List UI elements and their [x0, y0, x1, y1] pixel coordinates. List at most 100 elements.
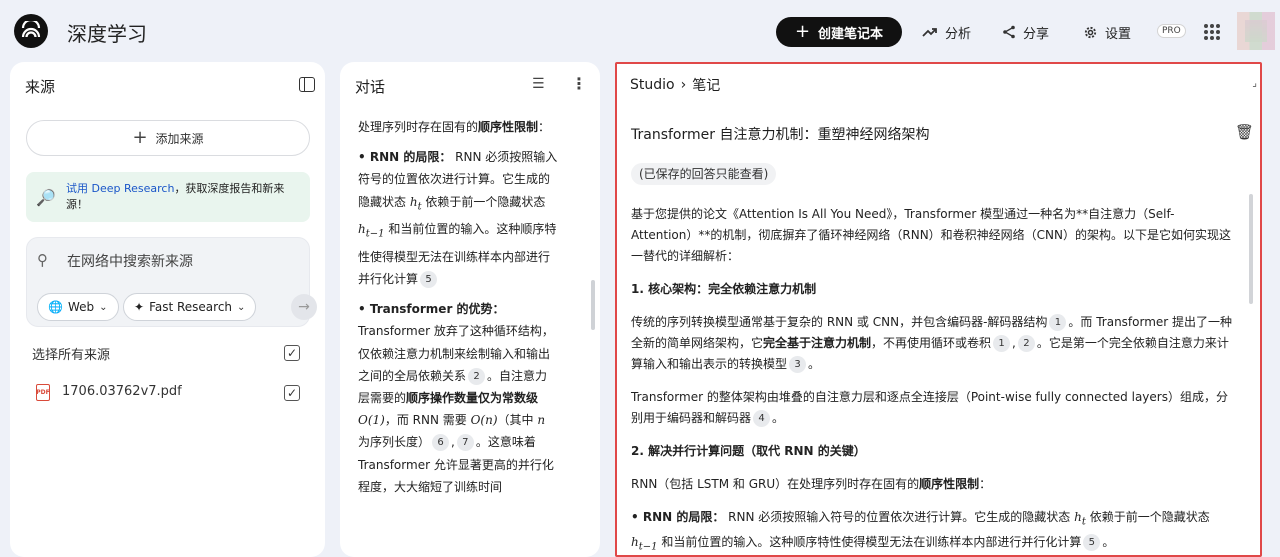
note-heading: 2. 解决并行计算问题（取代 RNN 的关键） — [631, 444, 866, 458]
source-type-dropdown[interactable]: 🌐 Web ⌄ — [37, 293, 119, 321]
app-logo-icon[interactable] — [14, 14, 48, 48]
trend-icon — [922, 28, 937, 37]
settings-label: 设置 — [1105, 26, 1132, 42]
note-bold: 完全基于注意力机制 — [763, 336, 872, 350]
sources-panel: 来源 + 添加来源 🔎 试用 Deep Research，获取深度报告和新来源！… — [10, 62, 325, 557]
citation-badge[interactable]: 5 — [1083, 534, 1101, 552]
research-mode-label: Fast Research — [149, 300, 233, 314]
citation-badge[interactable]: 1 — [993, 335, 1011, 352]
read-only-chip: (已保存的回答只能查看) — [631, 163, 777, 185]
citation-badge[interactable]: 7 — [456, 434, 474, 452]
analytics-label: 分析 — [945, 26, 972, 42]
chevron-down-icon: ⌄ — [99, 301, 108, 313]
share-icon — [1003, 25, 1015, 39]
deep-research-banner[interactable]: 🔎 试用 Deep Research，获取深度报告和新来源！ — [26, 172, 310, 222]
chat-paragraph: • RNN 的局限： RNN 必须按照输入符号的位置依次进行计算。它生成的隐藏状… — [358, 146, 558, 290]
note-paragraph: Transformer 的整体架构由堆叠的自注意力层和逐点全连接层（Point-… — [631, 387, 1235, 429]
collapse-panel-icon[interactable] — [299, 77, 315, 92]
collapse-corner-icon[interactable]: ⌟ — [1252, 78, 1257, 89]
trash-icon[interactable]: 🗑 — [1235, 123, 1254, 141]
studio-panel: Studio › 笔记 ⌟ Transformer 自注意力机制：重塑神经网络架… — [615, 62, 1262, 557]
chat-bold: • RNN 的局限： — [358, 150, 452, 165]
chat-text: （其中 — [497, 413, 538, 428]
math-sub: t−1 — [638, 541, 658, 553]
chat-scrollbar[interactable] — [591, 280, 595, 330]
math-expr: O(n) — [470, 413, 498, 428]
citation-badge[interactable]: 3 — [789, 356, 807, 373]
note-text: 。 — [772, 411, 785, 425]
search-input[interactable]: 在网络中搜索新来源 — [67, 251, 193, 271]
plus-icon: + — [132, 127, 148, 148]
magnifier-icon: 🔎 — [36, 188, 56, 207]
note-heading: 1. 核心架构：完全依赖注意力机制 — [631, 282, 817, 296]
citation-badge[interactable]: 6 — [432, 434, 450, 452]
note-text: ，不再使用循环或卷积 — [871, 336, 992, 350]
more-vert-icon[interactable]: ⋮ — [571, 74, 587, 93]
chat-message: 处理序列时存在固有的顺序性限制： • RNN 的局限： RNN 必须按照输入符号… — [358, 116, 558, 498]
sources-title: 来源 — [25, 78, 56, 96]
select-all-label: 选择所有来源 — [32, 348, 111, 363]
breadcrumb: Studio › 笔记 — [630, 75, 720, 95]
chat-paragraph: 处理序列时存在固有的顺序性限制： — [358, 116, 558, 138]
chat-text: 依赖于前一个隐藏状态 — [421, 194, 546, 209]
app-title[interactable]: 深度学习 — [67, 18, 147, 47]
plus-icon: + — [794, 21, 811, 42]
note-text: RNN 必须按照输入符号的位置依次进行计算。它生成的隐藏状态 — [724, 510, 1075, 524]
chat-text: ，而 RNN 需要 — [384, 413, 471, 428]
globe-icon: 🌐 — [48, 300, 63, 314]
share-label: 分享 — [1023, 26, 1050, 42]
chat-text: 为序列长度） — [358, 435, 431, 450]
note-paragraph: 基于您提供的论文《Attention Is All You Need》，Tran… — [631, 207, 1232, 263]
create-notebook-button[interactable]: + 创建笔记本 — [776, 17, 902, 47]
avatar[interactable] — [1237, 12, 1275, 50]
chat-text: 处理序列时存在固有的 — [358, 120, 479, 134]
citation-badge[interactable]: 2 — [1017, 335, 1035, 352]
note-text: RNN（包括 LSTM 和 GRU）在处理序列时存在固有的 — [631, 477, 920, 491]
chat-bold: • Transformer 的优势： — [358, 302, 505, 317]
citation-badge[interactable]: 2 — [468, 367, 486, 385]
note-title: Transformer 自注意力机制：重塑神经网络架构 — [631, 127, 930, 143]
web-search-box: ⚲ 在网络中搜索新来源 🌐 Web ⌄ ✦ Fast Research ⌄ → — [26, 237, 317, 327]
create-notebook-label: 创建笔记本 — [818, 26, 884, 42]
gear-icon — [1084, 26, 1097, 38]
submit-search-button[interactable]: → — [291, 294, 317, 320]
pdf-file-icon: PDF — [36, 384, 50, 401]
chat-bold: 顺序操作数量仅为常数级 — [406, 391, 539, 406]
note-text: Transformer 的整体架构由堆叠的自注意力层和逐点全连接层（Point-… — [631, 390, 1228, 425]
citation-badge[interactable]: 1 — [1049, 314, 1067, 331]
research-mode-dropdown[interactable]: ✦ Fast Research ⌄ — [123, 293, 257, 321]
math-var: h — [358, 222, 366, 237]
source-file-name[interactable]: 1706.03762v7.pdf — [62, 384, 182, 399]
breadcrumb-studio[interactable]: Studio — [630, 77, 675, 93]
apps-grid-icon[interactable] — [1204, 24, 1220, 40]
pro-badge: PRO — [1157, 24, 1186, 38]
analytics-button[interactable]: 分析 — [922, 21, 971, 43]
source-type-label: Web — [67, 300, 95, 314]
chevron-down-icon: ⌄ — [237, 301, 246, 313]
note-paragraph: • RNN 的局限： RNN 必须按照输入符号的位置依次进行计算。它生成的隐藏状… — [631, 507, 1235, 555]
arrow-right-icon: → — [298, 299, 310, 315]
chat-text: ： — [538, 120, 551, 134]
share-button[interactable]: 分享 — [1002, 21, 1049, 43]
add-source-button[interactable]: + 添加来源 — [26, 120, 310, 156]
chat-bold: 顺序性限制 — [478, 120, 539, 134]
note-text: 和当前位置的输入。这种顺序特性使得模型无法在训练样本内部进行并行化计算 — [657, 535, 1082, 550]
source-checkbox[interactable]: ✓ — [284, 385, 300, 401]
search-icon: ⚲ — [37, 251, 48, 269]
note-paragraph: 传统的序列转换模型通常基于复杂的 RNN 或 CNN，并包含编码器-解码器结构 1… — [631, 314, 1233, 373]
chat-header: 对话 ☰ ⋮ — [340, 62, 600, 106]
chat-text: 和当前位置的输入。这种顺序特性使得模型无法在训练样本内部进行并行化计算 — [358, 222, 557, 286]
note-text: 依赖于前一个隐藏状态 — [1085, 510, 1210, 524]
select-all-checkbox[interactable]: ✓ — [284, 345, 300, 361]
math-sub: t−1 — [365, 228, 385, 240]
tune-icon[interactable]: ☰ — [532, 76, 545, 92]
citation-badge[interactable]: 4 — [753, 410, 771, 427]
deep-research-text: 试用 Deep Research，获取深度报告和新来源！ — [66, 181, 302, 213]
chat-title: 对话 — [355, 78, 386, 96]
chat-paragraph: • Transformer 的优势： Transformer 放弃了这种循环结构，… — [358, 302, 554, 494]
settings-button[interactable]: 设置 — [1083, 21, 1131, 43]
note-scrollbar[interactable] — [1249, 194, 1253, 304]
math-var: h — [1074, 510, 1082, 524]
citation-badge[interactable]: 5 — [420, 271, 438, 288]
deep-research-link[interactable]: 试用 Deep Research — [66, 182, 174, 195]
